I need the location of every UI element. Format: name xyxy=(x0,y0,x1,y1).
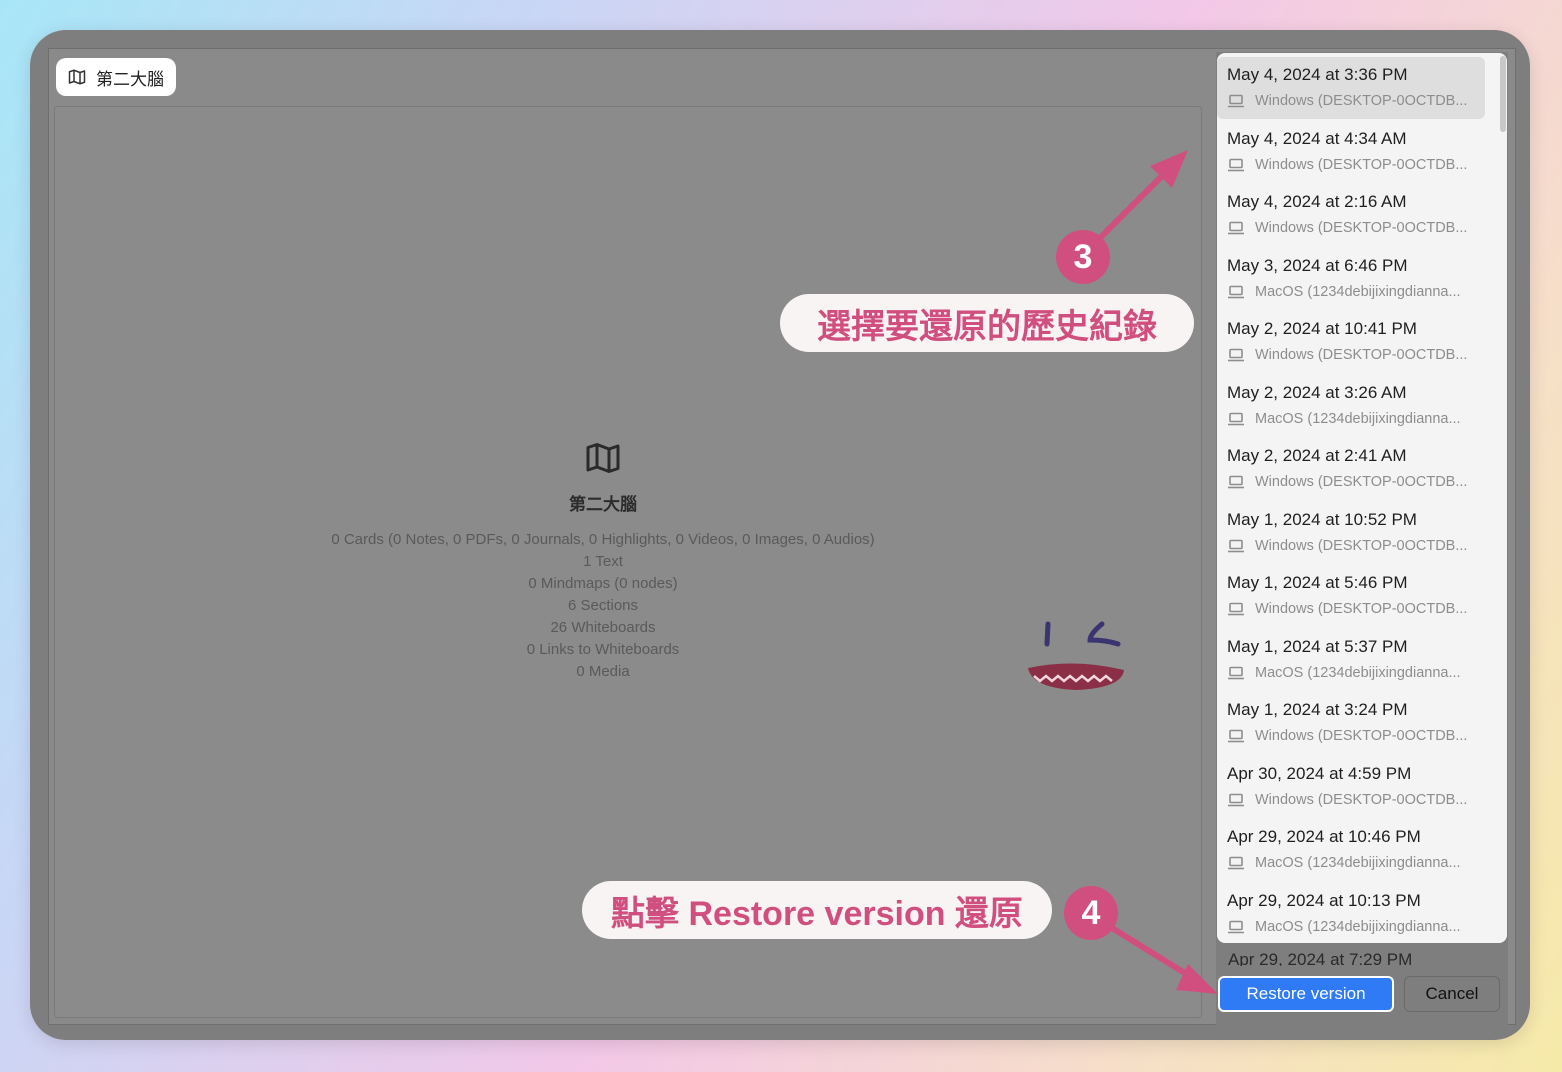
laptop-icon xyxy=(1228,221,1244,235)
preview-name: 第二大腦 xyxy=(569,495,637,514)
smiley-sticker-icon xyxy=(1028,621,1124,690)
laptop-icon xyxy=(1228,666,1244,679)
laptop-icon xyxy=(1228,793,1244,806)
laptop-icon xyxy=(1228,729,1244,743)
version-device-label: Windows (DESKTOP-0OCTDB... xyxy=(1255,474,1468,490)
version-date: May 2, 2024 at 3:26 AM xyxy=(1227,382,1407,402)
cancel-button[interactable]: Cancel xyxy=(1404,976,1500,1012)
step-4-callout: 點擊 Restore version 還原 xyxy=(582,881,1052,939)
version-date: May 4, 2024 at 2:16 AM xyxy=(1227,192,1407,211)
laptop-icon xyxy=(1228,602,1244,616)
laptop-icon xyxy=(1228,539,1244,552)
version-device: Windows (DESKTOP-0OCTDB... xyxy=(1227,347,1467,363)
version-device: MacOS (1234debijixingdianna... xyxy=(1227,411,1461,427)
map-icon xyxy=(586,443,620,473)
version-device: MacOS (1234debijixingdianna... xyxy=(1227,855,1461,871)
version-device: MacOS (1234debijixingdianna... xyxy=(1227,284,1461,300)
version-device: MacOS (1234debijixingdianna... xyxy=(1227,919,1461,935)
version-device-label: Windows (DESKTOP-0OCTDB... xyxy=(1255,93,1468,109)
version-item[interactable]: May 2, 2024 at 3:26 AM MacOS (1234debijix… xyxy=(1217,371,1487,434)
preview-summary: 第二大腦 0 Cards (0 Notes, 0 PDFs, 0 Journal… xyxy=(30,440,1176,683)
version-item-partial[interactable]: Apr 29, 2024 at 7:29 PM xyxy=(1228,950,1412,966)
version-device-label: MacOS (1234debijixingdianna... xyxy=(1255,410,1461,427)
version-date: May 4, 2024 at 3:36 PM xyxy=(1227,65,1408,84)
laptop-icon xyxy=(1228,285,1244,298)
version-date: May 1, 2024 at 3:24 PM xyxy=(1227,700,1408,719)
version-item[interactable]: May 4, 2024 at 4:34 AM Windows (DESKTOP-0… xyxy=(1217,117,1487,180)
version-item[interactable]: Apr 29, 2024 at 10:46 PM MacOS (1234debij… xyxy=(1217,815,1487,878)
version-list-scrollbar[interactable] xyxy=(1500,56,1506,132)
version-item[interactable]: May 1, 2024 at 10:52 PM Windows (DESKTOP-… xyxy=(1217,498,1487,561)
version-device: Windows (DESKTOP-0OCTDB... xyxy=(1227,728,1467,744)
map-icon xyxy=(68,69,86,85)
version-device-label: MacOS (1234debijixingdianna... xyxy=(1255,664,1461,681)
version-device-label: MacOS (1234debijixingdianna... xyxy=(1255,283,1461,300)
stat-cards: 0 Cards (0 Notes, 0 PDFs, 0 Journals, 0 … xyxy=(331,531,875,548)
version-device-label: Windows (DESKTOP-0OCTDB... xyxy=(1255,537,1468,554)
version-device-label: MacOS (1234debijixingdianna... xyxy=(1255,918,1461,935)
version-date: May 1, 2024 at 5:37 PM xyxy=(1227,636,1408,656)
version-device: Windows (DESKTOP-0OCTDB... xyxy=(1227,220,1467,236)
version-date: May 3, 2024 at 6:46 PM xyxy=(1227,255,1408,275)
version-device: Windows (DESKTOP-0OCTDB... xyxy=(1227,792,1467,808)
version-item[interactable]: May 4, 2024 at 2:16 AM Windows (DESKTOP-0… xyxy=(1217,180,1487,243)
version-date: May 1, 2024 at 5:46 PM xyxy=(1227,573,1408,592)
version-item[interactable]: Apr 30, 2024 at 4:59 PM Windows (DESKTOP-… xyxy=(1217,752,1487,815)
stat-mindmaps: 0 Mindmaps (0 nodes) xyxy=(528,575,678,592)
stat-links: 0 Links to Whiteboards xyxy=(526,641,680,658)
step-3-badge: 3 xyxy=(1056,230,1110,284)
version-device: MacOS (1234debijixingdianna... xyxy=(1227,665,1461,681)
version-item[interactable]: May 2, 2024 at 2:41 AM Windows (DESKTOP-0… xyxy=(1217,434,1487,497)
preview-title: 第二大腦 xyxy=(96,69,164,89)
version-item[interactable]: May 1, 2024 at 3:24 PM Windows (DESKTOP-0… xyxy=(1217,688,1487,751)
laptop-icon xyxy=(1228,94,1244,108)
step-3-callout: 選擇要還原的歷史紀錄 xyxy=(780,294,1194,352)
version-device-label: Windows (DESKTOP-0OCTDB... xyxy=(1255,347,1468,363)
version-device-label: Windows (DESKTOP-0OCTDB... xyxy=(1255,156,1468,173)
version-device-label: MacOS (1234debijixingdianna... xyxy=(1255,855,1461,871)
version-date: Apr 29, 2024 at 10:46 PM xyxy=(1227,827,1421,846)
version-date: Apr 29, 2024 at 10:13 PM xyxy=(1227,890,1421,910)
stat-whiteboards: 26 Whiteboards xyxy=(550,619,656,636)
version-date: May 1, 2024 at 10:52 PM xyxy=(1227,509,1417,529)
version-date: May 2, 2024 at 2:41 AM xyxy=(1227,446,1407,465)
step-4-badge: 4 xyxy=(1064,886,1118,940)
stat-sections: 6 Sections xyxy=(567,597,639,614)
version-device: Windows (DESKTOP-0OCTDB... xyxy=(1227,474,1467,490)
laptop-icon xyxy=(1228,412,1244,425)
laptop-icon xyxy=(1228,158,1244,171)
version-device-label: Windows (DESKTOP-0OCTDB... xyxy=(1255,791,1468,808)
version-date: Apr 30, 2024 at 4:59 PM xyxy=(1227,763,1412,783)
version-item[interactable]: May 1, 2024 at 5:46 PM Windows (DESKTOP-0… xyxy=(1217,561,1487,624)
laptop-icon xyxy=(1228,348,1244,362)
version-item[interactable]: May 3, 2024 at 6:46 PM MacOS (1234debijix… xyxy=(1217,244,1487,307)
version-item[interactable]: May 1, 2024 at 5:37 PM MacOS (1234debijix… xyxy=(1217,625,1487,688)
version-item[interactable]: Apr 29, 2024 at 10:13 PM MacOS (1234debij… xyxy=(1217,879,1487,942)
stat-media: 0 Media xyxy=(576,663,630,680)
version-list[interactable]: May 4, 2024 at 3:36 PM Windows (DESKTOP-0… xyxy=(1217,53,1507,943)
version-device: Windows (DESKTOP-0OCTDB... xyxy=(1227,601,1467,617)
version-device-label: Windows (DESKTOP-0OCTDB... xyxy=(1255,601,1468,617)
restore-version-button[interactable]: Restore version xyxy=(1218,976,1394,1012)
version-item[interactable]: May 2, 2024 at 10:41 PM Windows (DESKTOP-… xyxy=(1217,307,1487,370)
version-device: Windows (DESKTOP-0OCTDB... xyxy=(1227,93,1467,109)
stat-text: 1 Text xyxy=(583,553,623,570)
laptop-icon xyxy=(1228,920,1244,933)
version-date: May 4, 2024 at 4:34 AM xyxy=(1227,128,1407,148)
version-device-label: Windows (DESKTOP-0OCTDB... xyxy=(1255,728,1468,744)
laptop-icon xyxy=(1228,475,1244,489)
laptop-icon xyxy=(1228,856,1244,870)
version-item[interactable]: May 4, 2024 at 3:36 PM Windows (DESKTOP-0… xyxy=(1217,53,1487,119)
version-date: May 2, 2024 at 10:41 PM xyxy=(1227,319,1417,338)
version-device: Windows (DESKTOP-0OCTDB... xyxy=(1227,157,1467,173)
preview-title-tab: 第二大腦 xyxy=(56,58,176,96)
version-device-label: Windows (DESKTOP-0OCTDB... xyxy=(1255,220,1468,236)
version-device: Windows (DESKTOP-0OCTDB... xyxy=(1227,538,1467,554)
